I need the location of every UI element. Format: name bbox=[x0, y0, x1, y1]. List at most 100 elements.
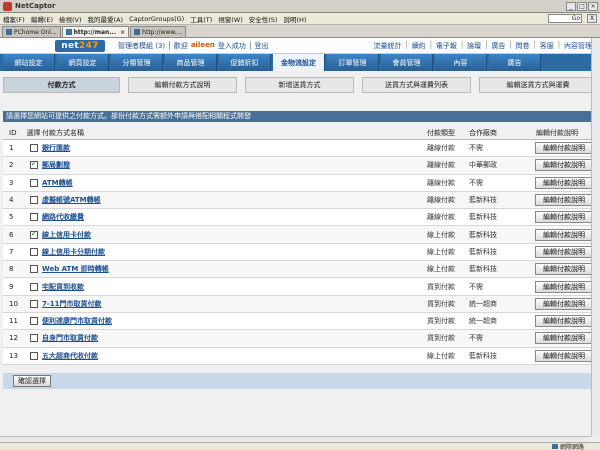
select-checkbox[interactable] bbox=[29, 196, 38, 205]
edit-description-button[interactable]: 編輯付款說明 bbox=[535, 176, 593, 189]
edit-description-button[interactable]: 編輯付款說明 bbox=[535, 245, 593, 258]
menu-tools[interactable]: 工具(T) bbox=[190, 14, 212, 24]
nav-item-3[interactable]: 商品管理 bbox=[165, 54, 217, 71]
notice-bar: 請選擇您網站可提供之付款方式。部份付款方式需額外申請與搭配相關程式開發 bbox=[3, 111, 597, 122]
search-input[interactable]: Go bbox=[548, 14, 582, 23]
edit-description-button[interactable]: 編輯付款說明 bbox=[535, 349, 593, 362]
close-icon[interactable]: X bbox=[587, 14, 597, 23]
menu-window[interactable]: 視窗(W) bbox=[218, 14, 243, 24]
nav-item-4[interactable]: 促銷折扣 bbox=[219, 54, 271, 71]
close-window-button[interactable]: × bbox=[588, 1, 598, 11]
minimize-button[interactable]: _ bbox=[566, 1, 576, 11]
payment-method-link[interactable]: 銀行匯款 bbox=[42, 144, 70, 152]
select-checkbox[interactable] bbox=[29, 351, 38, 360]
payment-method-link[interactable]: 自身門市取貨付款 bbox=[42, 334, 98, 342]
logout-link[interactable]: 登入成功 │ 登出 bbox=[218, 41, 269, 51]
subnav-button-2[interactable]: 新增送貨方式 bbox=[245, 77, 354, 93]
select-checkbox[interactable] bbox=[29, 159, 38, 170]
subnav-button-4[interactable]: 編輯送貨方式與運費 bbox=[479, 77, 597, 93]
payment-method-link[interactable]: 線上信用卡付款 bbox=[42, 231, 91, 239]
nav-item-0[interactable]: 網站設定 bbox=[3, 54, 55, 71]
top-link-traffic[interactable]: 流量統計 bbox=[373, 41, 401, 51]
select-checkbox[interactable] bbox=[29, 282, 38, 291]
select-checkbox[interactable] bbox=[29, 213, 38, 222]
row-org: 藍新科技 bbox=[469, 247, 497, 256]
nav-item-8[interactable]: 內容 bbox=[435, 54, 487, 71]
top-link-renew[interactable]: 續約 bbox=[412, 41, 426, 51]
row-type: 貨到付款 bbox=[427, 282, 455, 291]
menu-view[interactable]: 檢視(V) bbox=[59, 14, 82, 24]
menu-favorites[interactable]: 我的最愛(A) bbox=[88, 14, 124, 24]
menu-bar: 檔案(F) 編輯(E) 檢視(V) 我的最愛(A) CaptorGroups(G… bbox=[0, 13, 600, 25]
menu-captorgroups[interactable]: CaptorGroups(G) bbox=[129, 15, 184, 23]
select-checkbox[interactable] bbox=[29, 144, 38, 153]
edit-description-button[interactable]: 編輯付款說明 bbox=[535, 280, 593, 293]
menu-help[interactable]: 說明(H) bbox=[283, 14, 306, 24]
payment-method-link[interactable]: 7-11門市取貨付款 bbox=[42, 300, 102, 308]
select-checkbox[interactable] bbox=[29, 299, 38, 308]
nav-item-7[interactable]: 會員管理 bbox=[381, 54, 433, 71]
site-logo[interactable]: net247 bbox=[55, 40, 105, 52]
edit-description-button[interactable]: 編輯付款說明 bbox=[535, 194, 593, 207]
browser-tab[interactable]: http://www.... bbox=[130, 26, 187, 37]
row-select bbox=[25, 247, 42, 256]
edit-description-button[interactable]: 編輯付款說明 bbox=[535, 297, 593, 310]
tab-close-icon[interactable]: × bbox=[120, 29, 125, 36]
payment-method-link[interactable]: 郵局劃撥 bbox=[42, 161, 70, 169]
select-checkbox[interactable] bbox=[29, 265, 38, 274]
edit-description-button[interactable]: 編輯付款說明 bbox=[535, 159, 593, 172]
edit-description-button[interactable]: 編輯付款說明 bbox=[535, 228, 593, 241]
nav-item-6[interactable]: 訂單管理 bbox=[327, 54, 379, 71]
top-link-content[interactable]: 內容管理 bbox=[564, 41, 592, 51]
payment-method-link[interactable]: 網路代收繳費 bbox=[42, 213, 84, 221]
edit-description-button[interactable]: 編輯付款說明 bbox=[535, 142, 593, 155]
status-bar: 網際網路 bbox=[0, 442, 600, 450]
payment-method-link[interactable]: 宅配貨到收款 bbox=[42, 283, 84, 291]
table-footer: 確認選擇 bbox=[3, 373, 597, 389]
edit-description-button[interactable]: 編輯付款說明 bbox=[535, 332, 593, 345]
page-icon bbox=[65, 29, 72, 35]
payment-method-link[interactable]: 線上信用卡分期付款 bbox=[42, 248, 105, 256]
nav-item-2[interactable]: 分類管理 bbox=[111, 54, 163, 71]
top-link-support[interactable]: 客服 bbox=[540, 41, 554, 51]
select-checkbox[interactable] bbox=[29, 178, 38, 187]
top-link-newsletter[interactable]: 電子報 bbox=[436, 41, 457, 51]
browser-tab[interactable]: PChome Onl... bbox=[2, 26, 61, 37]
menu-edit[interactable]: 編輯(E) bbox=[31, 14, 53, 24]
subnav-button-3[interactable]: 送貨方式與運費列表 bbox=[362, 77, 471, 93]
edit-description-button[interactable]: 編輯付款說明 bbox=[535, 263, 593, 276]
confirm-selection-button[interactable]: 確認選擇 bbox=[13, 375, 51, 387]
table-row: 4 虛擬帳號ATM轉帳 離線付款 藍新科技 編輯付款說明 bbox=[3, 191, 597, 210]
payment-method-link[interactable]: 五大超商代收付款 bbox=[42, 352, 98, 360]
row-action-cell: 編輯付款說明 bbox=[521, 349, 597, 362]
top-links: 流量統計 │ 續約 │ 電子報 │ 論壇 │ 廣告 │ 問卷 │ 客服 │ 內容管理 bbox=[373, 41, 592, 51]
subnav-button-0[interactable]: 付款方式 bbox=[3, 77, 120, 93]
select-checkbox[interactable] bbox=[29, 229, 38, 239]
payment-method-link[interactable]: Web ATM 即時轉帳 bbox=[42, 265, 109, 273]
maximize-button[interactable]: □ bbox=[577, 1, 587, 11]
select-checkbox[interactable] bbox=[29, 334, 38, 343]
nav-item-1[interactable]: 網頁設定 bbox=[57, 54, 109, 71]
subnav-button-1[interactable]: 編輯付款方式說明 bbox=[128, 77, 237, 93]
browser-tab-active[interactable]: http://man... × bbox=[61, 26, 130, 37]
row-org: 統一超商 bbox=[469, 299, 497, 308]
select-checkbox[interactable] bbox=[29, 247, 38, 256]
row-id: 5 bbox=[9, 213, 14, 222]
edit-description-button[interactable]: 編輯付款說明 bbox=[535, 315, 593, 328]
top-link-survey[interactable]: 問卷 bbox=[516, 41, 530, 51]
payment-method-link[interactable]: ATM轉帳 bbox=[42, 179, 73, 187]
payment-method-link[interactable]: 虛擬帳號ATM轉帳 bbox=[42, 196, 101, 204]
payment-method-link[interactable]: 便利達康門市取貨付款 bbox=[42, 317, 112, 325]
menu-file[interactable]: 檔案(F) bbox=[3, 14, 25, 24]
edit-description-button[interactable]: 編輯付款說明 bbox=[535, 211, 593, 224]
user-status: 管理者模組 (3) │ 歡迎 aileen 登入成功 │ 登出 bbox=[118, 41, 269, 51]
menu-security[interactable]: 安全性(S) bbox=[249, 14, 278, 24]
select-checkbox[interactable] bbox=[29, 317, 38, 326]
nav-item-5[interactable]: 金物流設定 bbox=[273, 54, 325, 71]
row-action-cell: 編輯付款說明 bbox=[521, 228, 597, 241]
top-link-forum[interactable]: 論壇 bbox=[467, 41, 481, 51]
top-link-ads[interactable]: 廣告 bbox=[491, 41, 505, 51]
row-select bbox=[25, 229, 42, 239]
nav-item-9[interactable]: 廣告 bbox=[489, 54, 541, 71]
vertical-scrollbar[interactable] bbox=[591, 38, 600, 436]
